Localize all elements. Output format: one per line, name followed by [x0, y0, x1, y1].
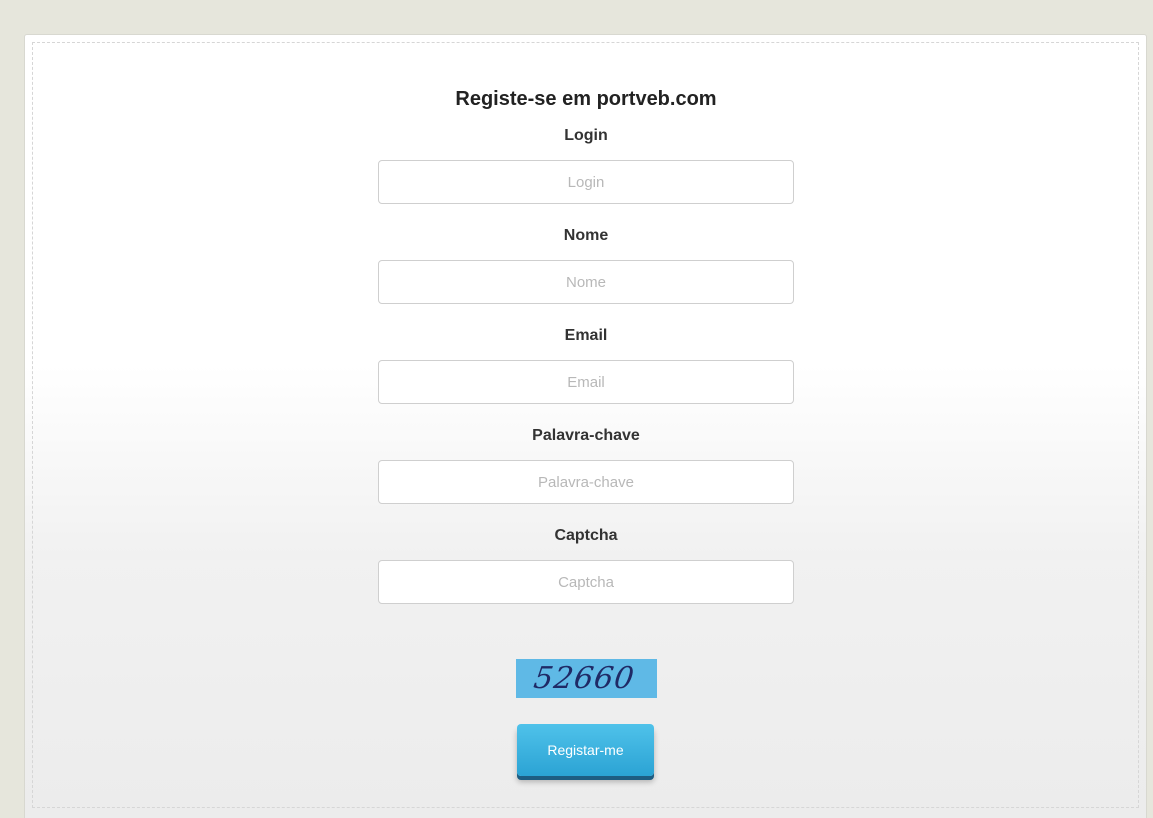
login-input[interactable]	[378, 160, 794, 204]
registration-form: Registe-se em portveb.com Login Nome Ema…	[378, 84, 794, 626]
email-field-group: Email	[378, 326, 794, 404]
registration-panel: Registe-se em portveb.com Login Nome Ema…	[24, 34, 1147, 818]
password-field-group: Palavra-chave	[378, 426, 794, 504]
captcha-image: 52660	[516, 659, 657, 698]
login-field-group: Login	[378, 126, 794, 204]
captcha-input[interactable]	[378, 560, 794, 604]
register-button[interactable]: Registar-me	[517, 724, 654, 776]
email-input[interactable]	[378, 360, 794, 404]
captcha-label: Captcha	[554, 527, 618, 544]
name-label: Nome	[563, 227, 609, 244]
password-input[interactable]	[378, 460, 794, 504]
name-field-group: Nome	[378, 226, 794, 304]
page-title: Registe-se em portveb.com	[455, 88, 717, 110]
password-label: Palavra-chave	[532, 427, 640, 444]
login-label: Login	[564, 127, 608, 144]
name-input[interactable]	[378, 260, 794, 304]
email-label: Email	[564, 327, 608, 344]
captcha-field-group: Captcha	[378, 526, 794, 604]
captcha-text: 52660	[531, 661, 637, 696]
